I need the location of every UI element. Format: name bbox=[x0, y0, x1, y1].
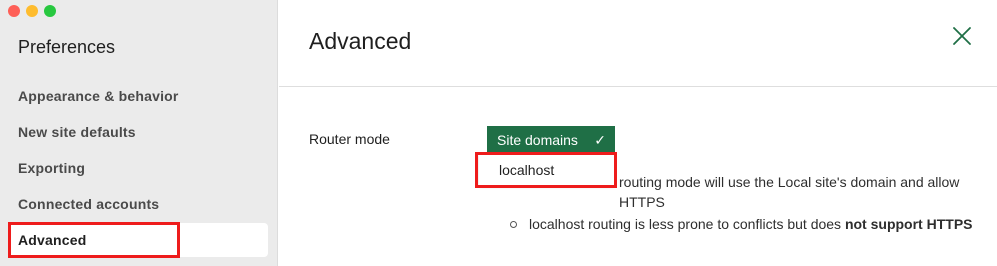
sidebar-item-exporting[interactable]: Exporting bbox=[10, 151, 268, 185]
sidebar: Preferences Appearance & behavior New si… bbox=[0, 0, 278, 266]
sidebar-item-new-site-defaults[interactable]: New site defaults bbox=[10, 115, 268, 149]
note-1-text: routing mode will use the Local site's d… bbox=[619, 174, 960, 210]
window-controls bbox=[8, 5, 56, 17]
page-title: Advanced bbox=[309, 28, 412, 54]
minimize-window-button[interactable] bbox=[26, 5, 38, 17]
sidebar-item-advanced[interactable]: Advanced bbox=[10, 223, 268, 257]
router-mode-option-localhost[interactable]: localhost bbox=[479, 154, 614, 186]
check-icon: ✓ bbox=[594, 132, 606, 148]
router-mode-label: Router mode bbox=[309, 131, 390, 147]
router-mode-select[interactable]: Site domains ✓ bbox=[487, 126, 615, 154]
main-header: Advanced bbox=[279, 0, 997, 87]
list-item: localhost routing is less prone to confl… bbox=[509, 214, 979, 234]
note-2-text: localhost routing is less prone to confl… bbox=[529, 216, 845, 232]
router-mode-selected-value: Site domains bbox=[497, 132, 578, 148]
sidebar-item-connected-accounts[interactable]: Connected accounts bbox=[10, 187, 268, 221]
note-2-bold-text: not support HTTPS bbox=[844, 216, 973, 232]
close-button[interactable] bbox=[951, 25, 973, 47]
close-window-button[interactable] bbox=[8, 5, 20, 17]
close-icon bbox=[953, 27, 971, 45]
sidebar-item-appearance[interactable]: Appearance & behavior bbox=[10, 79, 268, 113]
sidebar-title: Preferences bbox=[18, 37, 116, 57]
zoom-window-button[interactable] bbox=[44, 5, 56, 17]
